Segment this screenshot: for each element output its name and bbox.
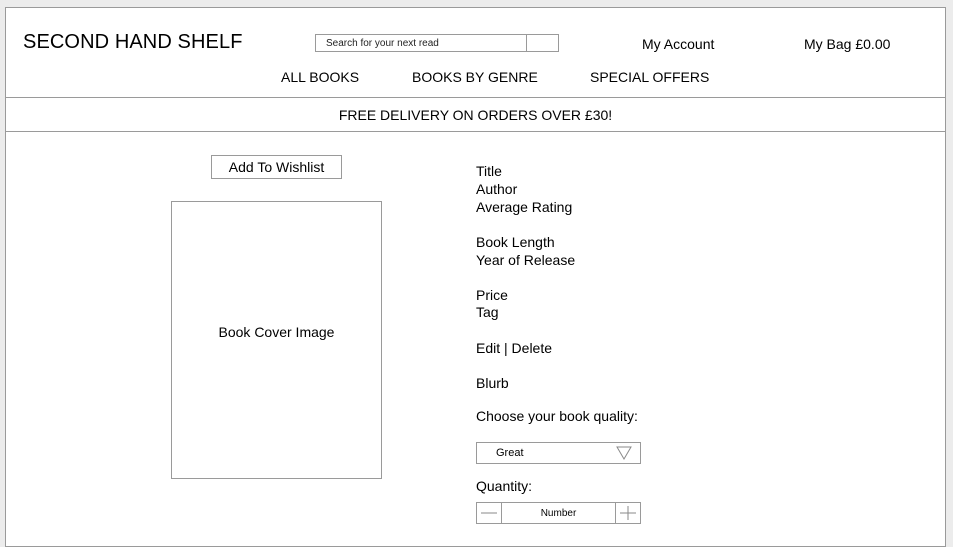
admin-actions: Edit | Delete: [476, 339, 552, 357]
quantity-stepper: Number: [476, 502, 641, 524]
action-separator: |: [504, 340, 508, 356]
quality-label: Choose your book quality:: [476, 408, 638, 424]
book-blurb: Blurb: [476, 375, 509, 391]
book-cover-label: Book Cover Image: [218, 324, 335, 340]
delivery-banner: FREE DELIVERY ON ORDERS OVER £30!: [338, 107, 613, 123]
search-bar: [315, 34, 559, 52]
triangle-down-icon: [616, 446, 632, 460]
quantity-label: Quantity:: [476, 478, 533, 494]
book-title: Title: [476, 163, 502, 179]
search-button[interactable]: [527, 35, 558, 51]
page-frame: SECOND HAND SHELF My Account My Bag £0.0…: [5, 7, 946, 547]
my-bag-link[interactable]: My Bag £0.00: [804, 36, 890, 52]
site-title[interactable]: SECOND HAND SHELF: [23, 31, 243, 54]
plus-icon: [620, 506, 636, 520]
edit-link[interactable]: Edit: [476, 340, 500, 356]
quality-selected-value: Great: [496, 447, 524, 459]
book-author: Author: [476, 181, 518, 197]
nav-all-books[interactable]: ALL BOOKS: [281, 69, 359, 85]
book-price: Price: [476, 287, 508, 303]
quantity-increment-button[interactable]: [615, 503, 640, 523]
book-length: Book Length: [476, 234, 555, 250]
banner-divider: [5, 131, 946, 132]
book-average-rating: Average Rating: [476, 199, 573, 215]
quality-select[interactable]: Great: [476, 442, 641, 464]
minus-icon: [481, 512, 497, 514]
search-input[interactable]: [316, 35, 527, 51]
my-account-link[interactable]: My Account: [642, 36, 714, 52]
book-cover-image: Book Cover Image: [171, 201, 382, 479]
nav-special-offers[interactable]: SPECIAL OFFERS: [590, 69, 709, 85]
delete-link[interactable]: Delete: [512, 340, 552, 356]
book-year-of-release: Year of Release: [476, 252, 576, 268]
add-to-wishlist-button[interactable]: Add To Wishlist: [211, 155, 342, 179]
quantity-value[interactable]: Number: [502, 508, 615, 519]
book-tag: Tag: [476, 304, 499, 320]
header-divider: [5, 97, 946, 98]
nav-books-by-genre[interactable]: BOOKS BY GENRE: [412, 69, 538, 85]
quantity-decrement-button[interactable]: [477, 503, 502, 523]
